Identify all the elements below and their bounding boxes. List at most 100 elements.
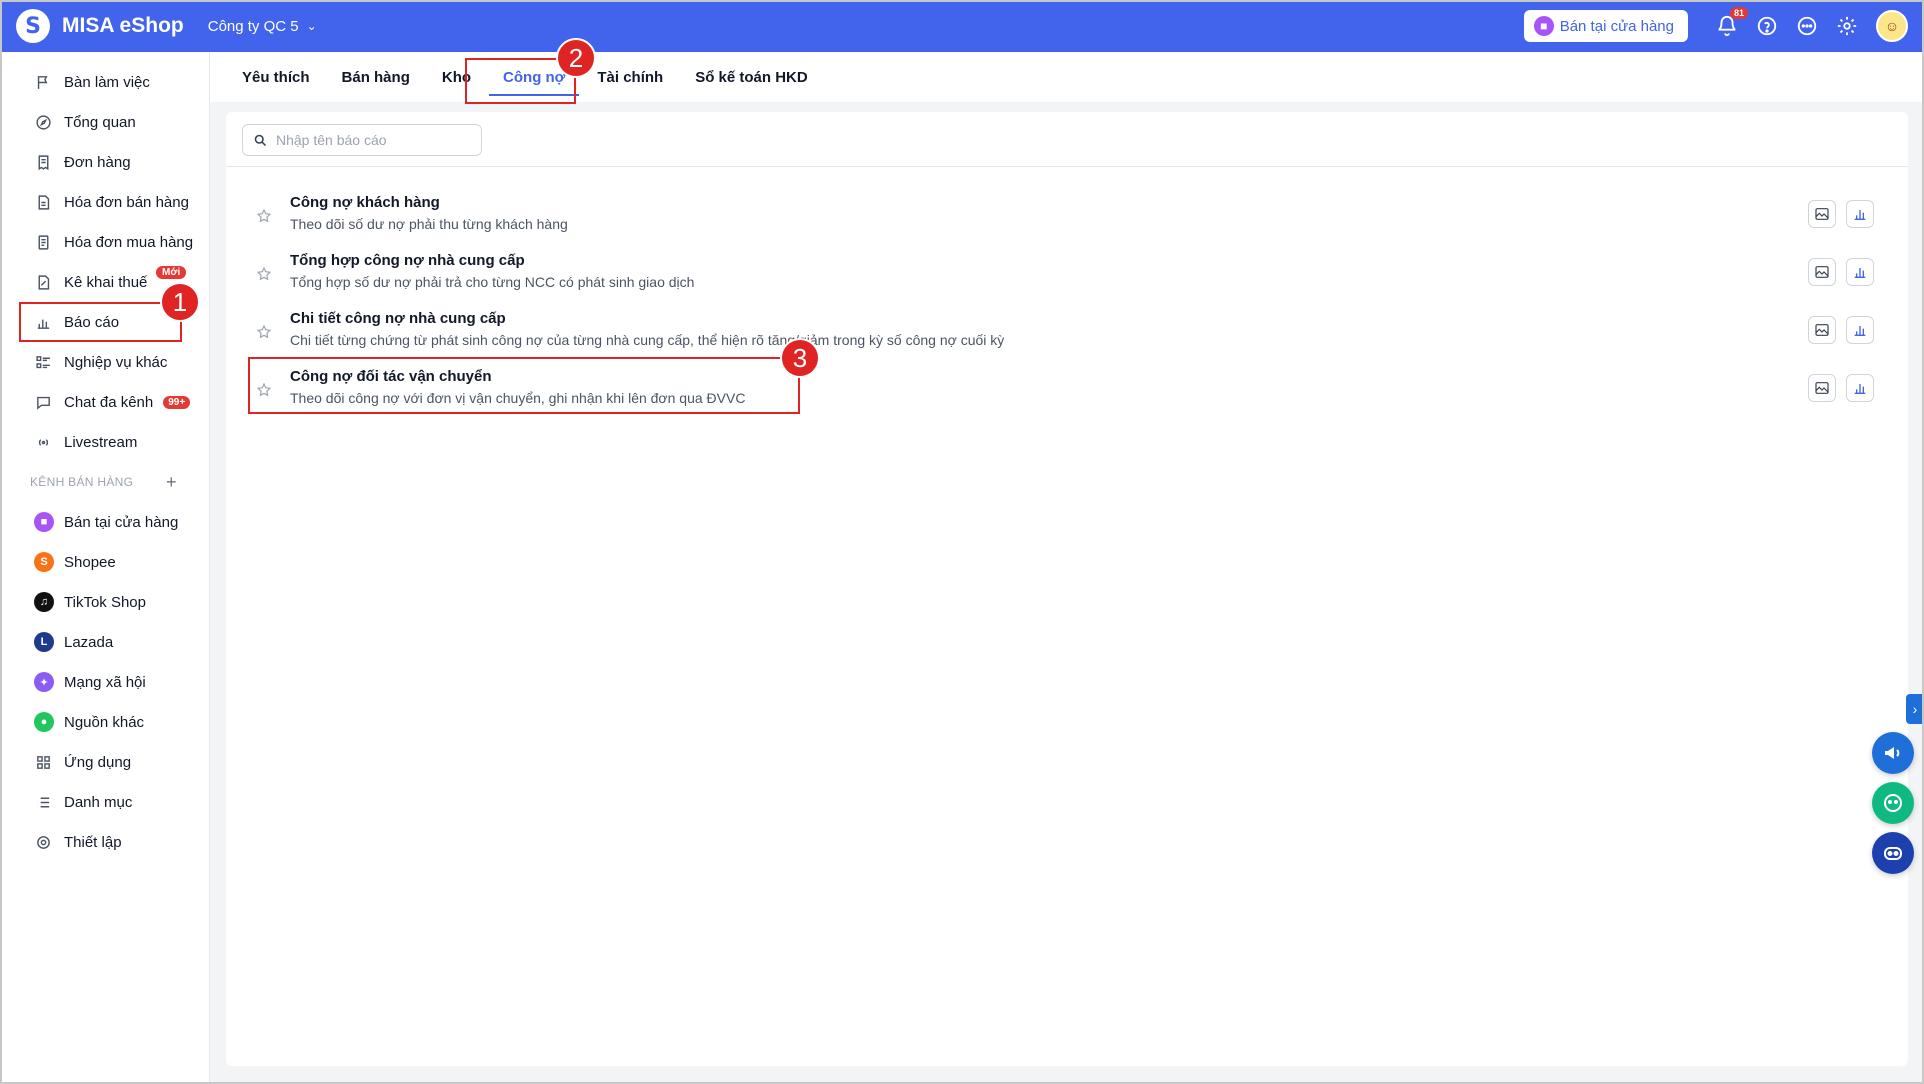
sidebar-item-label: Livestream: [64, 433, 138, 451]
report-title[interactable]: Công nợ khách hàng: [290, 194, 440, 211]
chart-view-button[interactable]: [1846, 258, 1874, 286]
report-panel: Công nợ khách hàng Theo dõi số dư nợ phả…: [226, 112, 1908, 1066]
report-row[interactable]: Công nợ khách hàng Theo dõi số dư nợ phả…: [226, 188, 1908, 246]
sidebar-item-label: Mạng xã hội: [64, 673, 146, 691]
sidebar-item-sales-invoice[interactable]: Hóa đơn bán hàng: [0, 182, 209, 222]
invoice-icon: [34, 193, 52, 211]
notification-badge: 81: [1729, 7, 1748, 19]
sidebar-item-overview[interactable]: Tổng quan: [0, 102, 209, 142]
sidebar-channel-social[interactable]: ✦ Mạng xã hội: [0, 662, 209, 702]
image-icon: [1815, 208, 1829, 220]
star-icon[interactable]: [256, 266, 272, 282]
sidebar-item-label: Thiết lập: [64, 833, 122, 851]
sidebar-item-label: Bán tại cửa hàng: [64, 513, 179, 531]
sidebar-item-workspace[interactable]: Bàn làm việc: [0, 62, 209, 102]
sidebar-item-label: Hóa đơn mua hàng: [64, 233, 194, 251]
sidebar-channel-other[interactable]: ● Nguồn khác: [0, 702, 209, 742]
sidebar-item-apps[interactable]: Ứng dụng: [0, 742, 209, 782]
sidebar-item-label: Nghiệp vụ khác: [64, 353, 168, 371]
receipt-icon: [34, 233, 52, 251]
sidebar-channel-shopee[interactable]: S Shopee: [0, 542, 209, 582]
search-input[interactable]: [276, 132, 466, 148]
help-icon[interactable]: [1756, 15, 1778, 37]
flag-icon: [34, 73, 52, 91]
report-row[interactable]: Tổng hợp công nợ nhà cung cấp Tổng hợp s…: [226, 246, 1908, 304]
new-badge: Mới: [156, 266, 187, 279]
image-icon: [1815, 266, 1829, 278]
add-channel-icon[interactable]: +: [166, 472, 177, 493]
search-icon: [254, 134, 267, 146]
chevron-down-icon: ⌄: [306, 19, 317, 33]
report-title[interactable]: Chi tiết công nợ nhà cung cấp: [290, 310, 506, 327]
support-chat-icon[interactable]: [1872, 782, 1914, 824]
bell-icon[interactable]: 81: [1716, 7, 1748, 37]
cart-icon: ●: [34, 712, 54, 732]
star-icon[interactable]: [256, 324, 272, 340]
sales-channels-header: KÊNH BÁN HÀNG +: [0, 462, 209, 502]
social-network-icon: ✦: [34, 672, 54, 692]
company-selector[interactable]: Công ty QC 5 ⌄: [208, 18, 317, 35]
sidebar-channel-store[interactable]: ■ Bán tại cửa hàng: [0, 502, 209, 542]
store-icon: ■: [34, 512, 54, 532]
brand-name: MISA eShop: [62, 14, 184, 37]
sidebar-item-orders[interactable]: Đơn hàng: [0, 142, 209, 182]
sidebar-item-livestream[interactable]: Livestream: [0, 422, 209, 462]
more-icon[interactable]: [1796, 15, 1818, 37]
sidebar-item-label: Danh mục: [64, 793, 133, 811]
avatar[interactable]: ☺: [1876, 10, 1908, 42]
section-title: KÊNH BÁN HÀNG: [30, 475, 134, 489]
image-view-button[interactable]: [1808, 200, 1836, 228]
sidebar-item-label: Bàn làm việc: [64, 73, 150, 91]
sidebar-item-label: Shopee: [64, 553, 116, 571]
chart-view-button[interactable]: [1846, 316, 1874, 344]
gear-icon[interactable]: [1836, 15, 1858, 37]
chart-view-button[interactable]: [1846, 200, 1874, 228]
sidebar-item-purchase-invoice[interactable]: Hóa đơn mua hàng: [0, 222, 209, 262]
lazada-icon: L: [34, 632, 54, 652]
divider: [226, 166, 1908, 167]
highlight-reports: [19, 302, 182, 342]
store-sale-button[interactable]: ■ Bán tại cửa hàng: [1523, 10, 1688, 42]
report-row[interactable]: Chi tiết công nợ nhà cung cấp Chi tiết t…: [226, 304, 1908, 362]
chat-icon: [34, 393, 52, 411]
step-number-1: 1: [160, 282, 200, 322]
tab-hkd-ledger[interactable]: Sổ kế toán HKD: [695, 52, 808, 102]
sidebar-item-label: Hóa đơn bán hàng: [64, 193, 189, 211]
tiktok-icon: ♫: [34, 592, 54, 612]
tab-finance[interactable]: Tài chính: [597, 52, 663, 102]
company-name: Công ty QC 5: [207, 17, 299, 35]
sidebar-channel-lazada[interactable]: L Lazada: [0, 622, 209, 662]
report-desc: Theo dõi số dư nợ phải thu từng khách hà…: [290, 216, 568, 232]
settings-icon: [34, 833, 52, 851]
store-icon: ■: [1533, 16, 1554, 36]
megaphone-icon[interactable]: [1872, 732, 1914, 774]
star-icon[interactable]: [256, 208, 272, 224]
chatbot-icon[interactable]: [1872, 832, 1914, 874]
image-icon: [1815, 382, 1829, 394]
report-desc: Chi tiết từng chứng từ phát sinh công nợ…: [290, 332, 1005, 348]
store-sale-label: Bán tại cửa hàng: [1559, 17, 1674, 35]
sidebar-item-label: Ứng dụng: [64, 753, 132, 771]
chart-view-button[interactable]: [1846, 374, 1874, 402]
image-view-button[interactable]: [1808, 374, 1836, 402]
apps-icon: [34, 753, 52, 771]
step-number-2: 2: [556, 38, 596, 78]
image-view-button[interactable]: [1808, 316, 1836, 344]
tab-favorites[interactable]: Yêu thích: [242, 52, 310, 102]
sidebar-item-catalog[interactable]: Danh mục: [0, 782, 209, 822]
sidebar-item-label: Lazada: [64, 633, 114, 651]
sidebar-item-label: Đơn hàng: [64, 153, 131, 171]
sidebar-channel-tiktok[interactable]: ♫ TikTok Shop: [0, 582, 209, 622]
bar-chart-icon: [1854, 268, 1866, 278]
chat-count-badge: 99+: [163, 395, 191, 409]
tab-sales[interactable]: Bán hàng: [342, 52, 410, 102]
sidebar-item-chat[interactable]: Chat đa kênh 99+: [0, 382, 209, 422]
chevron-right-icon[interactable]: ›: [1906, 694, 1924, 724]
report-title[interactable]: Tổng hợp công nợ nhà cung cấp: [290, 252, 525, 269]
sidebar-item-other-ops[interactable]: Nghiệp vụ khác: [0, 342, 209, 382]
sidebar-item-label: Tổng quan: [64, 113, 136, 131]
sidebar-item-settings[interactable]: Thiết lập: [0, 822, 209, 862]
image-view-button[interactable]: [1808, 258, 1836, 286]
misa-logo-icon[interactable]: S: [16, 9, 50, 43]
sidebar-item-label: TikTok Shop: [64, 593, 146, 611]
